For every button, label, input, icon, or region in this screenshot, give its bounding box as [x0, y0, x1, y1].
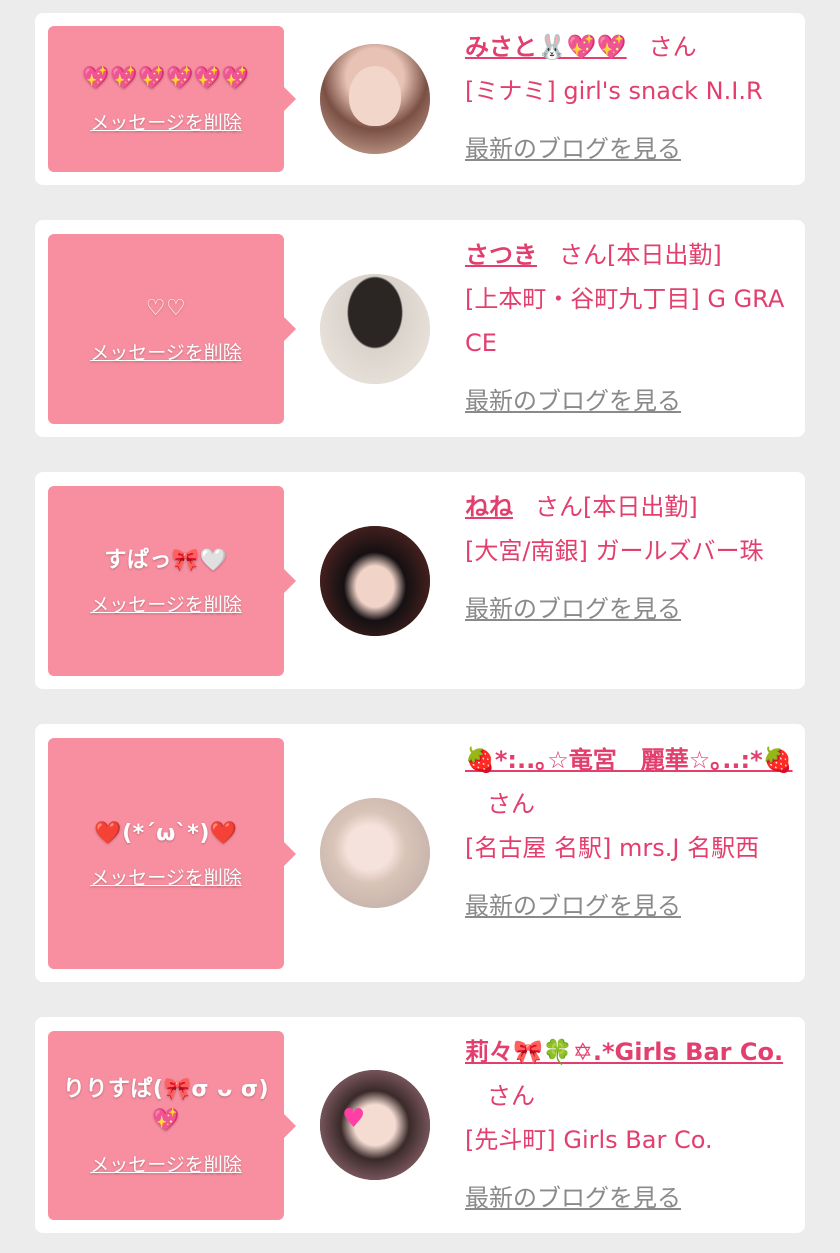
message-card: 💖💖💖💖💖💖 メッセージを削除 みさと🐰💖💖 さん [ミナミ] girl's sn… — [35, 13, 805, 185]
message-bubble: ♡♡ メッセージを削除 — [48, 234, 296, 424]
work-status: [本日出勤] — [607, 241, 722, 269]
honorific: さん — [559, 241, 607, 269]
latest-blog-link[interactable]: 最新のブログを見る — [465, 884, 795, 928]
cast-name-link[interactable]: 🍓*:..｡☆竜宮 麗華☆｡..:*🍓 — [465, 746, 793, 774]
message-card: ❤️(*´ω`*)❤️ メッセージを削除 🍓*:..｡☆竜宮 麗華☆｡..:*🍓… — [35, 724, 805, 982]
message-text: 💖💖💖💖💖💖 — [82, 66, 250, 91]
honorific: さん — [487, 790, 535, 818]
avatar-hair — [320, 274, 430, 384]
name-line: さつき さん[本日出勤] — [465, 233, 795, 277]
cast-info: さつき さん[本日出勤] [上本町・谷町九丁目] G GRACE 最新のブログを見… — [465, 233, 795, 423]
cast-name-link[interactable]: 莉々🎀🍀✡.*Girls Bar Co. — [465, 1038, 783, 1066]
work-status: [本日出勤] — [583, 493, 698, 521]
honorific: さん — [648, 33, 697, 61]
message-bubble: 💖💖💖💖💖💖 メッセージを削除 — [48, 26, 296, 172]
cast-name-link[interactable]: さつき — [465, 241, 537, 269]
honorific: さん — [487, 1082, 535, 1110]
message-text: ♡♡ — [145, 296, 187, 321]
cast-info: 莉々🎀🍀✡.*Girls Bar Co. さん [先斗町] Girls Bar C… — [465, 1030, 795, 1220]
name-line: ねね さん[本日出勤] — [465, 485, 795, 529]
cast-name-link[interactable]: みさと🐰💖💖 — [465, 33, 627, 61]
avatar[interactable] — [320, 798, 430, 908]
avatar-hair — [320, 1070, 430, 1180]
delete-message-link[interactable]: メッセージを削除 — [90, 108, 242, 135]
message-card: すぱっ🎀🤍 メッセージを削除 ねね さん[本日出勤] [大宮/南銀] ガールズバー… — [35, 472, 805, 689]
avatar[interactable] — [320, 526, 430, 636]
shop-name: [ミナミ] girl's snack N.I.R — [465, 77, 763, 105]
cast-name-link[interactable]: ねね — [465, 493, 513, 521]
message-card: りりすぱ(🎀σ ᴗ σ)💖 メッセージを削除 ♥ 莉々🎀🍀✡.*Girls Ba… — [35, 1017, 805, 1233]
message-bubble: ❤️(*´ω`*)❤️ メッセージを削除 — [48, 738, 296, 969]
avatar-hair — [320, 798, 430, 908]
avatar-hair — [320, 526, 430, 636]
message-text: ❤️(*´ω`*)❤️ — [94, 820, 238, 846]
cast-info: みさと🐰💖💖 さん [ミナミ] girl's snack N.I.R 最新のブログ… — [465, 25, 795, 171]
delete-message-link[interactable]: メッセージを削除 — [90, 590, 242, 617]
message-bubble: すぱっ🎀🤍 メッセージを削除 — [48, 486, 296, 676]
name-line: 莉々🎀🍀✡.*Girls Bar Co. さん — [465, 1030, 795, 1118]
latest-blog-link[interactable]: 最新のブログを見る — [465, 1176, 795, 1220]
avatar[interactable] — [320, 274, 430, 384]
message-text: りりすぱ(🎀σ ᴗ σ)💖 — [62, 1077, 270, 1133]
name-line: 🍓*:..｡☆竜宮 麗華☆｡..:*🍓 さん — [465, 738, 795, 826]
delete-message-link[interactable]: メッセージを削除 — [90, 338, 242, 365]
shop-name: [大宮/南銀] ガールズバー珠 — [465, 537, 764, 565]
heart-icon: ♥ — [342, 1104, 366, 1134]
avatar-face — [349, 66, 401, 126]
message-list: 💖💖💖💖💖💖 メッセージを削除 みさと🐰💖💖 さん [ミナミ] girl's sn… — [0, 0, 840, 1253]
message-text: すぱっ🎀🤍 — [104, 548, 228, 573]
shop-name: [名古屋 名駅] mrs.J 名駅西 — [465, 834, 760, 862]
message-bubble: りりすぱ(🎀σ ᴗ σ)💖 メッセージを削除 — [48, 1031, 296, 1220]
latest-blog-link[interactable]: 最新のブログを見る — [465, 587, 795, 631]
shop-name: [上本町・谷町九丁目] G GRACE — [465, 285, 785, 357]
latest-blog-link[interactable]: 最新のブログを見る — [465, 127, 795, 171]
message-card: ♡♡ メッセージを削除 さつき さん[本日出勤] [上本町・谷町九丁目] G GR… — [35, 220, 805, 437]
delete-message-link[interactable]: メッセージを削除 — [90, 1150, 242, 1177]
delete-message-link[interactable]: メッセージを削除 — [90, 863, 242, 890]
name-line: みさと🐰💖💖 さん — [465, 25, 795, 69]
cast-info: ねね さん[本日出勤] [大宮/南銀] ガールズバー珠 最新のブログを見る — [465, 485, 795, 631]
avatar[interactable] — [320, 44, 430, 154]
honorific: さん — [535, 493, 583, 521]
cast-info: 🍓*:..｡☆竜宮 麗華☆｡..:*🍓 さん [名古屋 名駅] mrs.J 名駅西… — [465, 738, 795, 928]
avatar[interactable]: ♥ — [320, 1070, 430, 1180]
latest-blog-link[interactable]: 最新のブログを見る — [465, 379, 795, 423]
shop-name: [先斗町] Girls Bar Co. — [465, 1126, 713, 1154]
